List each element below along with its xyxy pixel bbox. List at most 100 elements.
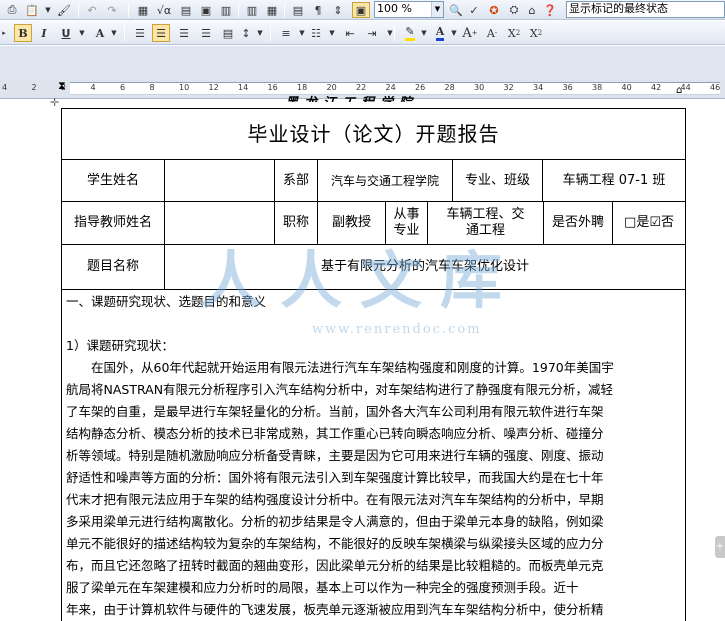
student-name-label: 学生姓名 (61, 159, 165, 202)
character-border-button[interactable]: A (92, 24, 108, 42)
report-title: 毕业设计（论文）开题报告 (61, 108, 686, 160)
chevron-down-icon[interactable]: ▼ (78, 24, 86, 42)
increase-indent-icon[interactable]: ⇥ (364, 24, 380, 42)
paragraph-line: 舒适性和噪声等方面的分析：国外将有限元法引入到车架强度计算比较早，而我国大约是在… (66, 470, 604, 485)
redo-icon[interactable]: ↷ (104, 2, 120, 18)
paragraph-line: 析等领域。特别是随机激励响应分析备受青睐，主要是因为它可用来进行车辆的强度、刚度… (66, 448, 604, 463)
line-spacing-icon[interactable]: ↕ (238, 24, 254, 42)
chevron-down-icon[interactable]: ▼ (110, 24, 118, 42)
show-markup-combo[interactable]: 显示标记的最终状态 (566, 1, 725, 18)
borders-icon[interactable]: ▥ (218, 2, 234, 18)
student-name-value[interactable] (164, 159, 275, 202)
columns-icon[interactable]: ▥ (244, 2, 260, 18)
spelling-icon[interactable]: ✓ (466, 2, 482, 18)
ruler-number: 8 (149, 83, 155, 92)
insert-chart-icon[interactable]: ▤ (178, 2, 194, 18)
equation-icon[interactable]: √α (156, 2, 172, 18)
document-map-icon[interactable]: ▤ (290, 2, 306, 18)
decrease-indent-icon[interactable]: ⇤ (342, 24, 358, 42)
paragraph-line: 单元不能很好的描述结构较为复杂的车架结构，不能很好的反映车架横梁与纵梁接头区域的… (66, 536, 604, 551)
underline-button[interactable]: U (58, 24, 74, 42)
paragraph-line: 多采用梁单元进行结构离散化。分析的初步结果是令人满意的，但由于梁单元本身的缺陷，… (66, 514, 604, 529)
header-script: 黑龙江工程学院 (285, 92, 418, 102)
major-class-label: 专业、班级 (452, 159, 543, 202)
zoom-combo[interactable]: 100 % ▼ (374, 1, 444, 18)
document-page[interactable]: ✛ 黑龙江工程学院 毕业设计（论文）开题报告 学生姓名 系部 汽车与交通工程学院… (0, 96, 725, 621)
align-left-icon[interactable]: ☰ (132, 24, 148, 42)
subscript-button[interactable]: X2 (528, 24, 544, 42)
paragraph-line: 年来，由于计算机软件与硬件的飞速发展，板壳单元逐渐被应用到汽车车架结构分析中，使… (66, 602, 604, 617)
numbering-icon[interactable]: ≡ (278, 24, 294, 42)
shirt-icon[interactable]: ⌂ (524, 2, 540, 18)
ruler-number: 28 (444, 83, 455, 92)
italic-button[interactable]: I (36, 24, 52, 42)
chevron-down-icon[interactable]: ▼ (386, 24, 394, 42)
drawing-icon[interactable]: ▦ (264, 2, 280, 18)
ruler-number: 36 (562, 83, 573, 92)
first-line-indent-marker[interactable]: ⧗ (58, 79, 66, 93)
justify-icon[interactable]: ☰ (198, 24, 214, 42)
show-hide-icon[interactable]: ¶ (310, 2, 326, 18)
format-painter-icon[interactable]: 🖌 (56, 2, 72, 18)
distributed-icon[interactable]: ▤ (220, 24, 236, 42)
topic-label: 题目名称 (61, 244, 165, 290)
insert-picture-icon[interactable]: ▣ (198, 2, 214, 18)
insert-table-icon[interactable]: ▦ (134, 2, 152, 18)
ruler-number: 34 (533, 83, 544, 92)
chevron-down-icon[interactable]: ▼ (298, 24, 306, 42)
star-icon[interactable]: ✪ (486, 2, 502, 18)
binoculars-icon[interactable]: 🔍 (448, 2, 464, 18)
grow-font-button[interactable]: A + (462, 24, 478, 42)
paragraph-line: 服了梁单元在车架建模和应力分析时的局限，基本上可以作为一种完全的强度预测手段。近… (66, 580, 579, 595)
chevron-down-icon[interactable]: ▼ (44, 2, 52, 18)
page-width-icon[interactable]: ⇕ (330, 2, 346, 18)
advisor-name-label: 指导教师姓名 (61, 201, 165, 245)
chevron-down-icon[interactable]: ▼ (256, 24, 264, 42)
shrink-font-button[interactable]: A- (484, 24, 500, 42)
bullets-icon[interactable]: ☷ (308, 24, 324, 42)
paragraph-line: 了车架的自重，是最早进行车架轻量化的分析。当前，国外各大汽车公司利用有限元软件进… (66, 404, 604, 419)
paragraph-line: 航局将NASTRAN有限元分析程序引入汽车结构分析中，对车架结构进行了静强度有限… (66, 382, 614, 397)
ruler-number: 32 (503, 83, 514, 92)
chevron-down-icon[interactable]: ▼ (431, 2, 443, 17)
research-icon[interactable]: 📋 (24, 2, 40, 18)
ruler-number: 4 (90, 83, 96, 92)
ruler-number: 12 (208, 83, 219, 92)
chevron-down-icon[interactable]: ▼ (450, 24, 458, 42)
template-icon[interactable]: ⛭ (506, 2, 522, 18)
ruler-number: 16 (267, 83, 278, 92)
bold-button[interactable]: B (14, 24, 32, 42)
align-center-icon[interactable]: ☰ (152, 24, 170, 42)
ruler-number: 18 (297, 83, 308, 92)
superscript-button[interactable]: X2 (506, 24, 522, 42)
print-preview-icon[interactable]: ⎙ (4, 2, 20, 18)
standard-toolbar: ⎙ 📋 ▼ 🖌 ↶ ↷ ▦ √α ▤ ▣ ▥ ▥ ▦ ▤ ¶ ⇕ ▣ 100 %… (0, 0, 725, 20)
font-color-button[interactable]: A (432, 24, 448, 42)
expand-tab[interactable]: + (715, 536, 725, 558)
ruler-number: 10 (179, 83, 190, 92)
ruler-number: 14 (238, 83, 249, 92)
right-indent-marker[interactable]: ⌂ (676, 85, 682, 96)
department-value: 汽车与交通工程学院 (317, 159, 453, 202)
table-move-handle[interactable]: ✛ (50, 96, 59, 109)
chevron-down-icon[interactable]: ▼ (420, 24, 428, 42)
major-class-value: 车辆工程 07-1 班 (542, 159, 686, 202)
ruler-number: 22 (356, 83, 367, 92)
undo-icon[interactable]: ↶ (84, 2, 100, 18)
paragraph-line: 在国外，从60年代起就开始运用有限元法进行汽车车架结构强度和刚度的计算。1970… (66, 360, 614, 375)
ruler-number: 4 (2, 83, 8, 92)
zoom-value: 100 % (377, 2, 412, 15)
reading-layout-icon[interactable]: ▣ (352, 2, 370, 18)
help-icon[interactable]: ❓ (542, 2, 558, 18)
chevron-down-icon[interactable]: ▼ (328, 24, 336, 42)
show-markup-value: 显示标记的最终状态 (569, 2, 668, 15)
align-right-icon[interactable]: ☰ (176, 24, 192, 42)
document-area: ✛ 黑龙江工程学院 毕业设计（论文）开题报告 学生姓名 系部 汽车与交通工程学院… (0, 96, 725, 621)
external-checkbox-value[interactable]: □是☑否 (612, 201, 686, 245)
highlight-icon[interactable]: ✎ (402, 24, 418, 42)
external-label: 是否外聘 (543, 201, 613, 245)
watermark-url: www.renrendoc.com (312, 322, 482, 337)
ruler-number: 6 (120, 83, 126, 92)
ruler-number: 20 (326, 83, 337, 92)
chevron-left-icon[interactable]: ▸ (0, 24, 8, 42)
